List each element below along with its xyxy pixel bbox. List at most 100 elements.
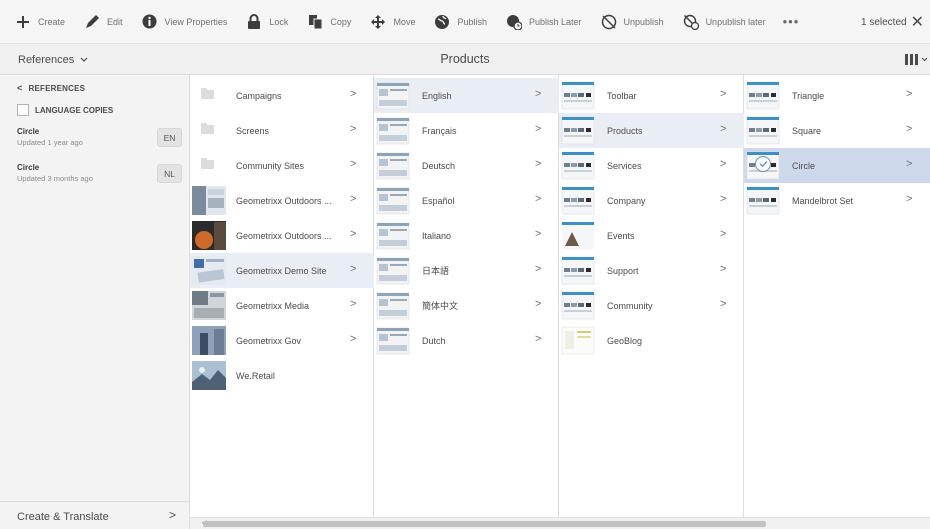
- chevron-right-icon[interactable]: >: [720, 298, 726, 310]
- column-item-label: Geometrixx Outdoors ...: [236, 230, 332, 241]
- view-switcher-button[interactable]: [905, 44, 928, 75]
- move-icon: [369, 13, 387, 31]
- column-item-geometrixx-outdoors[interactable]: Geometrixx Outdoors ... >: [190, 183, 374, 218]
- column-item-support[interactable]: Support >: [559, 253, 744, 288]
- chevron-right-icon: >: [168, 508, 176, 522]
- chevron-right-icon[interactable]: >: [535, 123, 541, 135]
- column-item-item[interactable]: 日本語 >: [374, 253, 559, 288]
- edit-button[interactable]: Edit: [74, 0, 132, 44]
- column-item-geometrixx-gov[interactable]: Geometrixx Gov >: [190, 323, 374, 358]
- chevron-right-icon[interactable]: >: [535, 193, 541, 205]
- column-item-square[interactable]: Square >: [744, 113, 930, 148]
- references-rail: < REFERENCES LANGUAGE COPIES Circle Updat…: [0, 75, 190, 529]
- more-actions-button[interactable]: •••: [775, 14, 808, 29]
- column-item-we-retail[interactable]: We.Retail: [190, 358, 374, 393]
- references-heading: REFERENCES: [28, 84, 86, 93]
- scrollbar-thumb[interactable]: [203, 521, 766, 527]
- create-translate-button[interactable]: Create & Translate >: [0, 501, 190, 529]
- column-item-italiano[interactable]: Italiano >: [374, 218, 559, 253]
- chevron-right-icon[interactable]: >: [535, 263, 541, 275]
- chevron-left-icon: <: [17, 83, 23, 93]
- copy-button[interactable]: Copy: [297, 0, 360, 44]
- column-item-fran-ais[interactable]: Français >: [374, 113, 559, 148]
- column-pages: Toolbar > Products > Services > Company > Events…: [559, 75, 744, 517]
- move-button[interactable]: Move: [360, 0, 424, 44]
- chevron-right-icon[interactable]: >: [350, 123, 356, 135]
- create-translate-label: Create & Translate: [17, 511, 109, 523]
- column-item-label: Geometrixx Demo Site: [236, 265, 327, 276]
- chevron-right-icon[interactable]: >: [535, 228, 541, 240]
- column-item-label: Support: [607, 265, 639, 276]
- chevron-right-icon[interactable]: >: [720, 123, 726, 135]
- horizontal-scrollbar[interactable]: <: [190, 517, 930, 529]
- column-item-item[interactable]: 簡体中文 >: [374, 288, 559, 323]
- unpublish-button[interactable]: Unpublish: [591, 0, 673, 44]
- chevron-right-icon[interactable]: >: [350, 263, 356, 275]
- column-item-dutch[interactable]: Dutch >: [374, 323, 559, 358]
- language-copies-checkbox[interactable]: [17, 104, 29, 116]
- chevron-right-icon[interactable]: >: [350, 333, 356, 345]
- publish-button[interactable]: Publish: [424, 0, 496, 44]
- references-back-button[interactable]: < REFERENCES: [17, 83, 85, 93]
- chevron-right-icon[interactable]: >: [906, 193, 912, 205]
- page-thumbnail: [190, 288, 228, 323]
- globe-off-icon: [600, 13, 618, 31]
- column-item-deutsch[interactable]: Deutsch >: [374, 148, 559, 183]
- column-item-community-sites[interactable]: Community Sites >: [190, 148, 374, 183]
- column-item-english[interactable]: English >: [374, 78, 559, 113]
- column-item-mandelbrot-set[interactable]: Mandelbrot Set >: [744, 183, 930, 218]
- chevron-right-icon[interactable]: >: [906, 88, 912, 100]
- chevron-right-icon[interactable]: >: [720, 158, 726, 170]
- column-item-toolbar[interactable]: Toolbar >: [559, 78, 744, 113]
- page-thumbnail: [744, 113, 782, 148]
- lock-button[interactable]: Lock: [236, 0, 297, 44]
- column-item-services[interactable]: Services >: [559, 148, 744, 183]
- chevron-right-icon[interactable]: >: [350, 298, 356, 310]
- close-selection-icon[interactable]: ✕: [911, 12, 924, 32]
- column-item-circle[interactable]: Circle >: [744, 148, 930, 183]
- language-badge: EN: [157, 128, 182, 147]
- column-item-espa-ol[interactable]: Español >: [374, 183, 559, 218]
- column-item-screens[interactable]: Screens >: [190, 113, 374, 148]
- chevron-right-icon[interactable]: >: [350, 158, 356, 170]
- column-item-geometrixx-demo-site[interactable]: Geometrixx Demo Site >: [190, 253, 374, 288]
- column-item-geometrixx-outdoors[interactable]: Geometrixx Outdoors ... >: [190, 218, 374, 253]
- page-thumbnail: [374, 183, 412, 218]
- chevron-right-icon[interactable]: >: [350, 228, 356, 240]
- column-item-label: Circle: [792, 160, 816, 171]
- chevron-right-icon[interactable]: >: [535, 88, 541, 100]
- chevron-right-icon[interactable]: >: [720, 263, 726, 275]
- chevron-right-icon[interactable]: >: [535, 158, 541, 170]
- chevron-right-icon[interactable]: >: [350, 193, 356, 205]
- column-item-products[interactable]: Products >: [559, 113, 744, 148]
- chevron-right-icon[interactable]: >: [535, 333, 541, 345]
- chevron-right-icon[interactable]: >: [535, 298, 541, 310]
- action-bar: Create Edit View Properties Lock Copy Mo…: [0, 0, 930, 44]
- chevron-right-icon[interactable]: >: [906, 158, 912, 170]
- create-button[interactable]: Create: [0, 0, 74, 44]
- column-item-label: Italiano: [422, 230, 452, 241]
- reference-item[interactable]: Circle Updated 1 year ago EN: [17, 127, 182, 153]
- globe-off-clock-icon: [682, 13, 700, 31]
- chevron-right-icon[interactable]: >: [720, 193, 726, 205]
- chevron-right-icon[interactable]: >: [906, 123, 912, 135]
- chevron-right-icon[interactable]: >: [350, 88, 356, 100]
- column-item-label: Mandelbrot Set: [792, 195, 854, 206]
- column-item-geoblog[interactable]: GeoBlog: [559, 323, 744, 358]
- column-item-geometrixx-media[interactable]: Geometrixx Media >: [190, 288, 374, 323]
- column-item-label: Services: [607, 160, 642, 171]
- view-properties-button[interactable]: View Properties: [132, 0, 237, 44]
- unpublish-later-button[interactable]: Unpublish later: [673, 0, 775, 44]
- publish-later-button[interactable]: Publish Later: [496, 0, 591, 44]
- page-thumbnail: [374, 253, 412, 288]
- chevron-right-icon[interactable]: >: [720, 88, 726, 100]
- column-item-triangle[interactable]: Triangle >: [744, 78, 930, 113]
- reference-item[interactable]: Circle Updated 3 months ago NL: [17, 163, 182, 189]
- column-item-company[interactable]: Company >: [559, 183, 744, 218]
- column-languages: English > Français > Deutsch > Español > Italian…: [374, 75, 559, 517]
- column-item-campaigns[interactable]: Campaigns >: [190, 78, 374, 113]
- page-thumbnail: [559, 148, 597, 183]
- column-item-events[interactable]: Events >: [559, 218, 744, 253]
- chevron-right-icon[interactable]: >: [720, 228, 726, 240]
- column-item-community[interactable]: Community >: [559, 288, 744, 323]
